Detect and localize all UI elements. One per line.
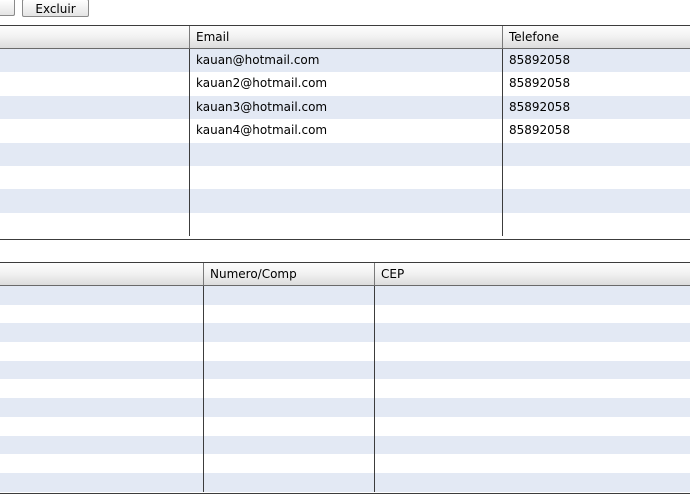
table-row[interactable] <box>0 342 690 361</box>
column-header-telefone[interactable]: Telefone <box>503 26 690 48</box>
table-cell-name[interactable] <box>0 95 190 120</box>
table-cell-endereco[interactable] <box>0 416 204 436</box>
table-cell-telefone[interactable] <box>503 189 690 212</box>
contacts-table-header: Email Telefone <box>0 26 690 49</box>
table-row[interactable] <box>0 286 690 305</box>
column-header-endereco[interactable] <box>0 263 204 285</box>
column-header-name[interactable] <box>0 26 190 48</box>
table-cell-endereco[interactable] <box>0 323 204 343</box>
table-row[interactable] <box>0 323 690 343</box>
table-cell-email[interactable]: kauan3@hotmail.com <box>190 95 503 120</box>
table-row[interactable]: kauan4@hotmail.com 85892058 <box>0 119 690 143</box>
table-cell-endereco[interactable] <box>0 398 204 417</box>
table-row[interactable] <box>0 360 690 380</box>
table-cell-numero-comp[interactable] <box>204 360 375 380</box>
table-cell-email[interactable]: kauan@hotmail.com <box>190 49 503 73</box>
table-cell-numero-comp[interactable] <box>204 304 375 324</box>
table-row[interactable] <box>0 304 690 324</box>
table-cell-name[interactable] <box>0 119 190 143</box>
table-cell-endereco[interactable] <box>0 454 204 473</box>
table-row[interactable] <box>0 142 690 166</box>
excluir-button[interactable]: Excluir <box>22 0 89 17</box>
table-cell-numero-comp[interactable] <box>204 342 375 361</box>
table-cell-numero-comp[interactable] <box>204 416 375 436</box>
table-cell-numero-comp[interactable] <box>204 472 375 492</box>
address-table-body <box>0 286 690 492</box>
table-cell-cep[interactable] <box>375 398 690 417</box>
table-cell-name[interactable] <box>0 189 190 213</box>
table-cell-name[interactable] <box>0 165 190 190</box>
toolbar-button-left[interactable] <box>0 0 15 16</box>
table-row[interactable] <box>0 472 690 492</box>
table-cell-telefone[interactable] <box>503 213 690 236</box>
table-row[interactable] <box>0 189 690 213</box>
table-cell-cep[interactable] <box>375 361 690 380</box>
table-cell-email[interactable]: kauan4@hotmail.com <box>190 119 503 143</box>
column-header-cep[interactable]: CEP <box>375 263 690 285</box>
table-cell-cep[interactable] <box>375 454 690 473</box>
table-cell-endereco[interactable] <box>0 342 204 361</box>
table-cell-name[interactable] <box>0 72 190 96</box>
contacts-table: Email Telefone kauan@hotmail.com 85892058… <box>0 25 690 240</box>
column-header-email[interactable]: Email <box>190 26 503 48</box>
table-row[interactable]: kauan3@hotmail.com 85892058 <box>0 95 690 120</box>
table-cell-email[interactable] <box>190 189 503 213</box>
table-cell-telefone[interactable]: 85892058 <box>503 119 690 142</box>
table-cell-cep[interactable] <box>375 305 690 324</box>
table-cell-numero-comp[interactable] <box>204 435 375 455</box>
table-cell-cep[interactable] <box>375 379 690 398</box>
table-row[interactable]: kauan2@hotmail.com 85892058 <box>0 72 690 96</box>
table-cell-telefone[interactable]: 85892058 <box>503 72 690 95</box>
table-row[interactable] <box>0 416 690 436</box>
table-cell-telefone[interactable]: 85892058 <box>503 96 690 119</box>
table-cell-endereco[interactable] <box>0 379 204 399</box>
table-row[interactable] <box>0 165 690 190</box>
table-cell-name[interactable] <box>0 49 190 73</box>
table-cell-email[interactable] <box>190 212 503 237</box>
table-cell-endereco[interactable] <box>0 360 204 380</box>
table-cell-cep[interactable] <box>375 473 690 492</box>
table-cell-email[interactable]: kauan2@hotmail.com <box>190 72 503 96</box>
table-cell-numero-comp[interactable] <box>204 323 375 343</box>
table-cell-numero-comp[interactable] <box>204 286 375 305</box>
table-cell-cep[interactable] <box>375 417 690 436</box>
table-cell-telefone[interactable] <box>503 166 690 189</box>
table-cell-telefone[interactable]: 85892058 <box>503 49 690 72</box>
table-cell-cep[interactable] <box>375 342 690 361</box>
table-cell-name[interactable] <box>0 142 190 166</box>
table-cell-email[interactable] <box>190 165 503 190</box>
address-table-header: Numero/Comp CEP <box>0 263 690 286</box>
table-cell-numero-comp[interactable] <box>204 379 375 399</box>
table-row[interactable] <box>0 212 690 237</box>
table-cell-numero-comp[interactable] <box>204 454 375 473</box>
table-cell-endereco[interactable] <box>0 286 204 305</box>
table-cell-numero-comp[interactable] <box>204 398 375 417</box>
table-cell-cep[interactable] <box>375 286 690 305</box>
address-table: Numero/Comp CEP <box>0 262 690 494</box>
table-cell-email[interactable] <box>190 142 503 166</box>
table-cell-endereco[interactable] <box>0 304 204 324</box>
table-cell-endereco[interactable] <box>0 472 204 492</box>
column-header-numero-comp[interactable]: Numero/Comp <box>204 263 375 285</box>
table-cell-cep[interactable] <box>375 436 690 455</box>
table-row[interactable] <box>0 379 690 399</box>
table-cell-endereco[interactable] <box>0 435 204 455</box>
table-row[interactable] <box>0 398 690 417</box>
table-cell-cep[interactable] <box>375 323 690 342</box>
table-row[interactable] <box>0 454 690 473</box>
contacts-table-body: kauan@hotmail.com 85892058 kauan2@hotmail.… <box>0 49 690 237</box>
table-row[interactable]: kauan@hotmail.com 85892058 <box>0 49 690 73</box>
app-window: Excluir Email Telefone kauan@hotmail.com… <box>0 0 690 500</box>
table-cell-name[interactable] <box>0 212 190 237</box>
table-row[interactable] <box>0 435 690 455</box>
table-cell-telefone[interactable] <box>503 143 690 166</box>
